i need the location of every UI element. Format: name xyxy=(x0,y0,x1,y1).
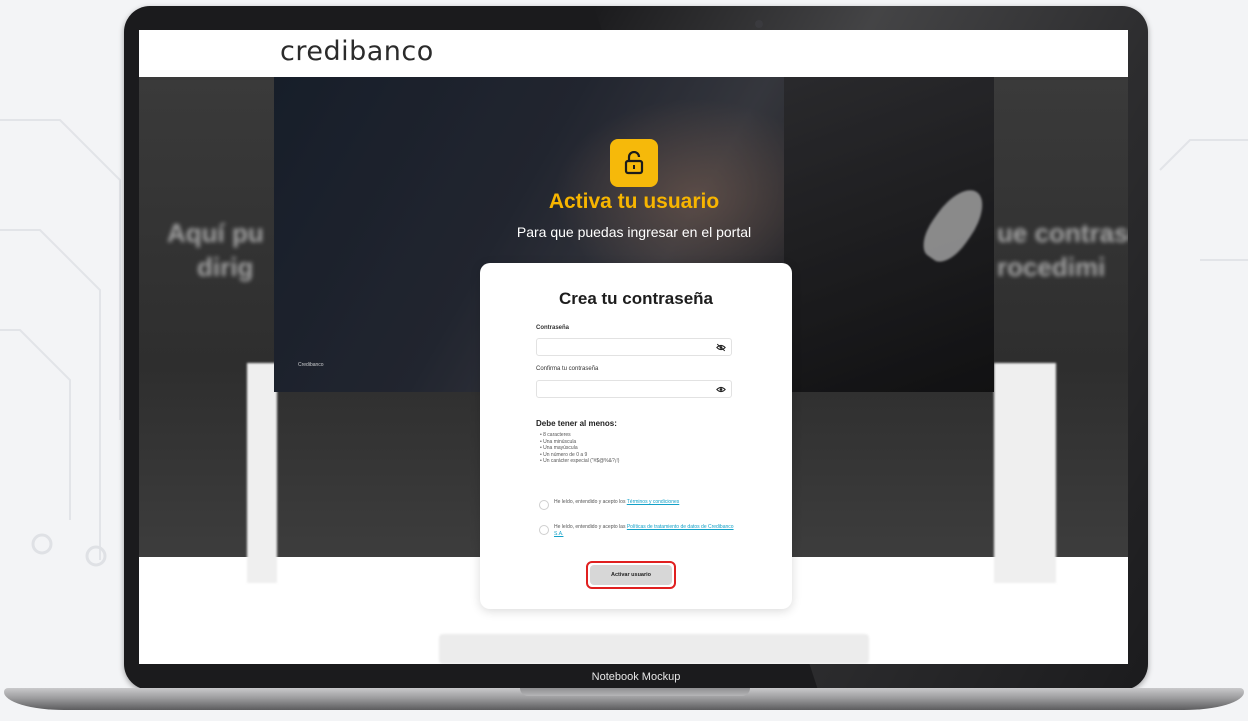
password-label: Contraseña xyxy=(536,325,570,331)
privacy-prefix: He leído, entendido y acepto las xyxy=(554,524,627,530)
requirement-item: • Un número de 0 a 9 xyxy=(540,451,588,458)
site-header: credibanco xyxy=(139,30,1128,77)
requirement-item: • Una minúscula xyxy=(540,438,577,445)
terms-prefix: He leído, entendido y acepto los xyxy=(554,499,627,505)
hero-subtitle: Para que puedas ingresar en el portal xyxy=(516,224,752,240)
confirm-password-input[interactable] xyxy=(537,385,715,401)
create-password-card: Crea tu contraseña Contraseña Confirma t… xyxy=(480,263,792,609)
hero-credit: Credibanco xyxy=(298,362,324,368)
eye-slash-icon[interactable] xyxy=(716,343,726,352)
terms-text: He leído, entendido y acepto los Término… xyxy=(554,499,734,506)
privacy-text: He leído, entendido y acepto las Polític… xyxy=(554,524,734,537)
requirement-item: • Un carácter especial ("#$@%&?¡!) xyxy=(540,458,620,465)
eye-icon[interactable] xyxy=(716,385,726,394)
terms-link[interactable]: Términos y condiciones xyxy=(627,499,680,505)
blurred-panel-left xyxy=(247,363,277,583)
blurred-panel-right xyxy=(994,363,1056,583)
blurred-side-text-left-2: dirig xyxy=(197,252,254,282)
credibanco-logo[interactable]: credibanco xyxy=(280,36,434,67)
password-input[interactable] xyxy=(537,343,715,359)
mockup-caption: Notebook Mockup xyxy=(591,671,681,683)
activate-user-button[interactable]: Activar usuario xyxy=(590,565,672,585)
hero-title: Activa tu usuario xyxy=(548,190,720,213)
laptop-screen: Aquí pu dirig ue contrase rocedimi credi… xyxy=(139,30,1128,664)
unlock-icon xyxy=(610,139,658,187)
privacy-checkbox[interactable] xyxy=(539,525,549,535)
requirement-item: • 8 caracteres xyxy=(540,432,571,438)
webcam xyxy=(755,20,763,28)
password-field[interactable] xyxy=(536,338,732,359)
confirm-password-field[interactable] xyxy=(536,380,732,401)
requirement-item: • Una mayúscula xyxy=(540,445,578,452)
confirm-password-label: Confirma tu contraseña xyxy=(536,366,599,372)
requirements-list: • 8 caracteres • Una minúscula • Una may… xyxy=(540,432,619,465)
requirements-title: Debe tener al menos: xyxy=(536,419,617,428)
logo-text: credibanco xyxy=(280,36,434,67)
laptop-base-notch xyxy=(520,688,750,696)
blurred-bottom-strip xyxy=(439,634,869,664)
card-title: Crea tu contraseña xyxy=(559,289,713,308)
blurred-side-text-left: Aquí pu xyxy=(167,218,264,248)
terms-checkbox[interactable] xyxy=(539,500,549,510)
blurred-side-text-right: ue contrase xyxy=(997,218,1128,248)
blurred-side-text-right-2: rocedimi xyxy=(997,252,1106,282)
